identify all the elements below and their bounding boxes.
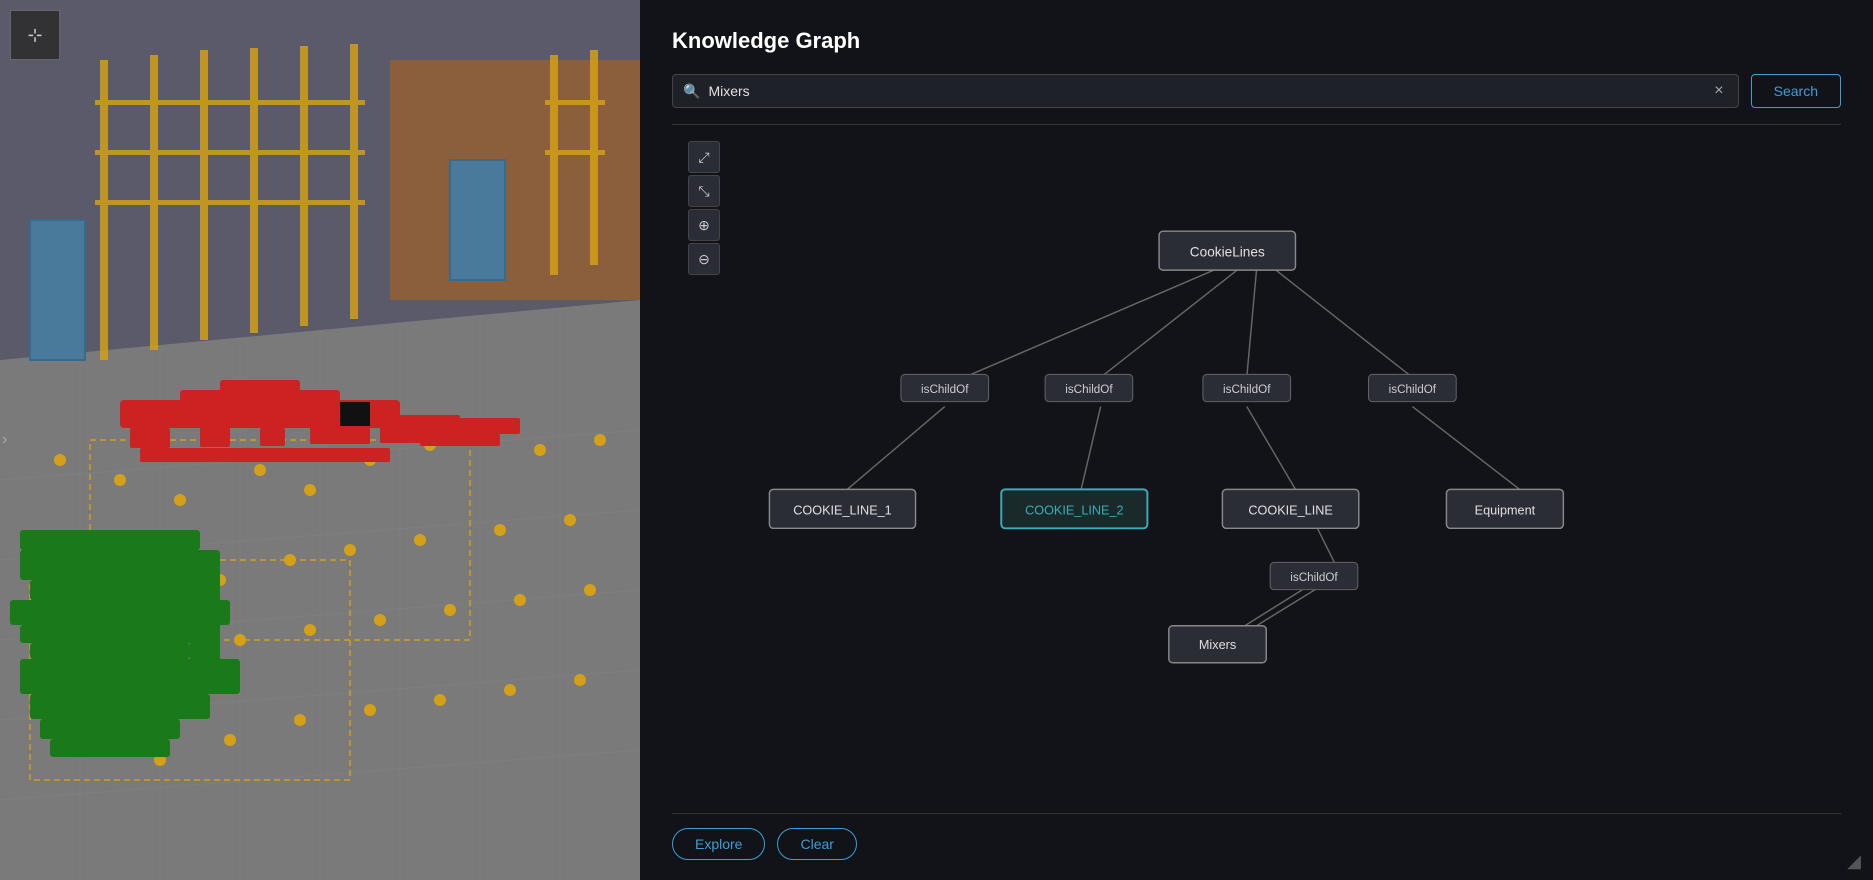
svg-text:isChildOf: isChildOf: [1290, 571, 1338, 584]
graph-svg: CookieLines isChildOf isChildOf isChildO…: [672, 125, 1841, 805]
viewport-panel: ⊹ ›: [0, 0, 640, 880]
graph-area: ⤢ ⤡ ⊕ ⊖ CookieLines isC: [672, 125, 1841, 805]
svg-text:COOKIE_LINE_2: COOKIE_LINE_2: [1025, 504, 1123, 518]
search-button[interactable]: Search: [1751, 74, 1841, 108]
nav-cube[interactable]: ⊹: [10, 10, 60, 60]
viewport-canvas: ⊹ ›: [0, 0, 640, 880]
zoom-out-button[interactable]: ⊖: [688, 243, 720, 275]
viewport-arrow-left[interactable]: ›: [2, 431, 7, 449]
panel-title: Knowledge Graph: [672, 28, 1841, 54]
svg-text:isChildOf: isChildOf: [1223, 383, 1271, 396]
clear-button[interactable]: Clear: [777, 828, 856, 860]
svg-text:COOKIE_LINE: COOKIE_LINE: [1248, 504, 1332, 518]
zoom-in-button[interactable]: ⊕: [688, 209, 720, 241]
search-icon: 🔍: [683, 83, 700, 100]
bottom-divider: [672, 813, 1841, 814]
search-input-wrap: 🔍 ×: [672, 74, 1739, 108]
svg-text:isChildOf: isChildOf: [921, 383, 969, 396]
svg-text:isChildOf: isChildOf: [1065, 383, 1113, 396]
svg-text:COOKIE_LINE_1: COOKIE_LINE_1: [793, 504, 891, 518]
svg-text:Equipment: Equipment: [1475, 504, 1536, 518]
svg-text:Mixers: Mixers: [1199, 638, 1236, 652]
explore-button[interactable]: Explore: [672, 828, 765, 860]
bottom-actions: Explore Clear: [672, 828, 1841, 860]
knowledge-graph-panel: Knowledge Graph 🔍 × Search ⤢ ⤡ ⊕ ⊖: [640, 0, 1873, 880]
search-row: 🔍 × Search: [672, 74, 1841, 108]
search-input[interactable]: [708, 83, 1710, 99]
svg-text:CookieLines: CookieLines: [1190, 245, 1265, 260]
expand-button[interactable]: ⤡: [688, 175, 720, 207]
fit-view-button[interactable]: ⤢: [688, 141, 720, 173]
graph-controls: ⤢ ⤡ ⊕ ⊖: [688, 141, 720, 275]
scene-svg: [0, 0, 640, 880]
clear-x-button[interactable]: ×: [1710, 80, 1727, 102]
svg-text:isChildOf: isChildOf: [1389, 383, 1437, 396]
resize-icon: ◢: [1847, 851, 1861, 872]
